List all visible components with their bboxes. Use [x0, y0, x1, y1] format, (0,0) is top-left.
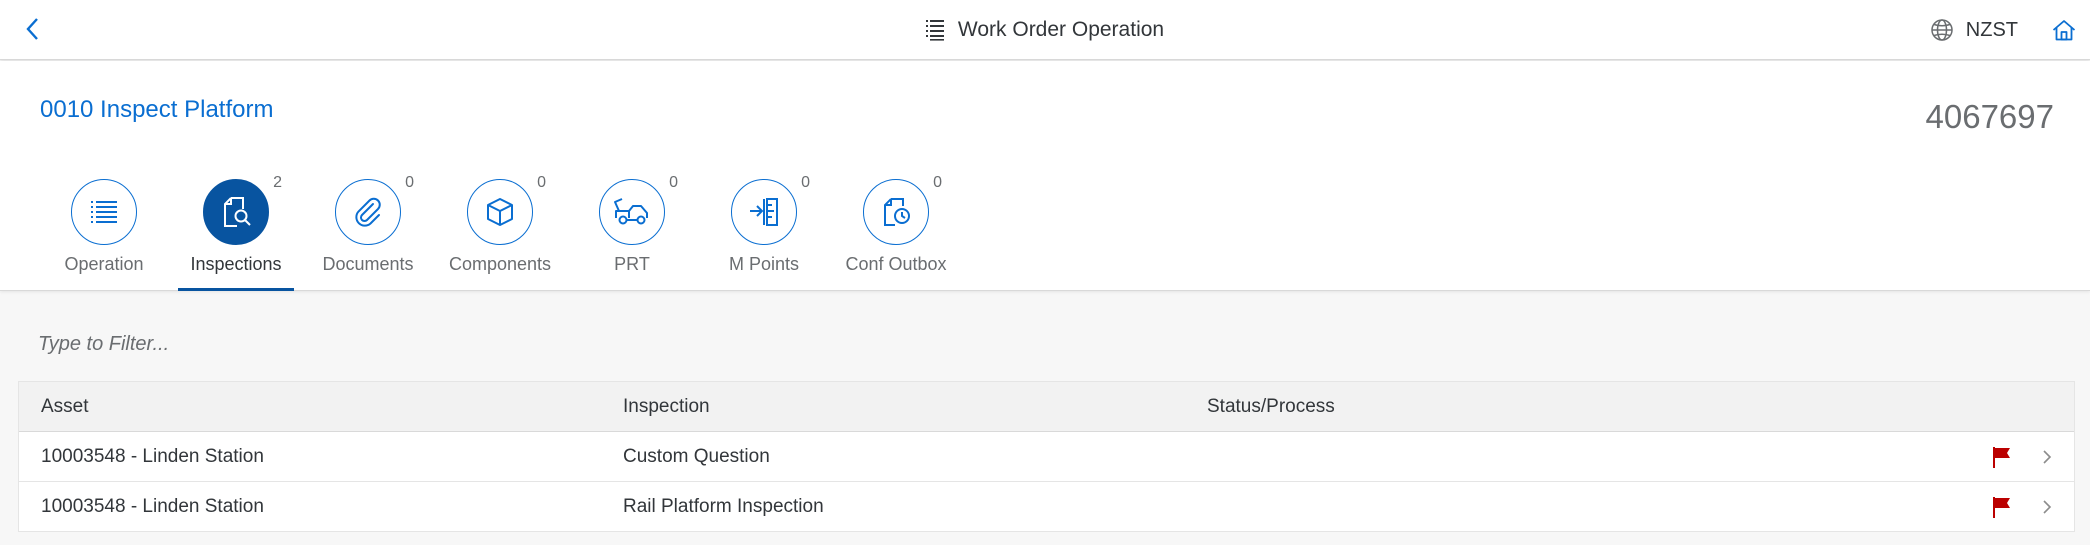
tab-conf-outbox[interactable]: 0 Conf Outbox	[836, 174, 956, 291]
home-icon	[2052, 20, 2076, 41]
tab-operation[interactable]: Operation	[44, 179, 164, 291]
timezone-label: NZST	[1965, 18, 2018, 41]
table-header: Asset Inspection Status/Process	[19, 382, 2074, 432]
timezone-indicator[interactable]: NZST	[1930, 18, 2018, 42]
list-icon	[925, 19, 944, 41]
paperclip-icon	[355, 197, 381, 227]
chevron-right-icon[interactable]	[2041, 498, 2053, 516]
tab-label: M Points	[728, 254, 800, 274]
table-row[interactable]: 10003548 - Linden Station Custom Questio…	[19, 432, 2074, 482]
tab-label: PRT	[614, 254, 650, 274]
document-clock-icon	[884, 198, 910, 226]
tab-label: Inspections	[190, 254, 282, 274]
cell-asset: 10003548 - Linden Station	[41, 495, 264, 517]
measuring-point-icon	[750, 198, 778, 226]
app-title: Work Order Operation	[957, 18, 1165, 41]
tab-count: 0	[405, 174, 414, 191]
tab-label: Conf Outbox	[845, 254, 947, 274]
tow-truck-icon	[614, 198, 648, 225]
chevron-right-icon[interactable]	[2041, 448, 2053, 466]
home-button[interactable]	[2052, 19, 2076, 41]
tab-count: 0	[537, 174, 546, 191]
navigation-left-arrow-icon	[26, 18, 38, 40]
table-row[interactable]: 10003548 - Linden Station Rail Platform …	[19, 482, 2074, 532]
list-icon	[91, 201, 117, 223]
object-header: 0010 Inspect Platform 4067697 Operation	[0, 61, 2090, 291]
column-header-inspection: Inspection	[623, 395, 710, 417]
tab-count: 0	[933, 174, 942, 191]
shell-bar: Work Order Operation NZST	[0, 0, 2090, 60]
tab-prt[interactable]: 0 PRT	[572, 174, 692, 291]
tab-count: 0	[669, 174, 678, 191]
cell-inspection: Rail Platform Inspection	[623, 495, 824, 517]
inspection-search-icon	[224, 197, 251, 227]
cell-inspection: Custom Question	[623, 445, 770, 467]
back-button[interactable]	[18, 14, 48, 44]
tab-label: Documents	[322, 254, 414, 274]
tab-documents[interactable]: 0 Documents	[308, 174, 428, 291]
tab-count: 2	[273, 174, 282, 191]
active-tab-indicator	[178, 288, 294, 291]
column-header-asset: Asset	[41, 395, 89, 417]
globe-icon	[1931, 19, 1953, 41]
tab-count: 0	[801, 174, 810, 191]
tab-label: Components	[448, 254, 552, 274]
tab-m-points[interactable]: 0 M Points	[704, 174, 824, 291]
flag-icon	[1993, 447, 2010, 468]
cube-icon	[487, 198, 513, 226]
tab-components[interactable]: 0 Components	[440, 174, 560, 291]
icon-tab-bar: Operation 2 Inspections 0 Documents 0 Co…	[0, 61, 2090, 291]
filter-input[interactable]	[18, 320, 2074, 368]
inspections-table: Asset Inspection Status/Process 10003548…	[18, 381, 2075, 532]
tab-label: Operation	[64, 254, 144, 274]
cell-asset: 10003548 - Linden Station	[41, 445, 264, 467]
tab-inspections[interactable]: 2 Inspections	[176, 174, 296, 291]
column-header-status: Status/Process	[1207, 395, 1335, 417]
flag-icon	[1993, 497, 2010, 518]
shell-title-area: Work Order Operation	[0, 0, 2090, 60]
